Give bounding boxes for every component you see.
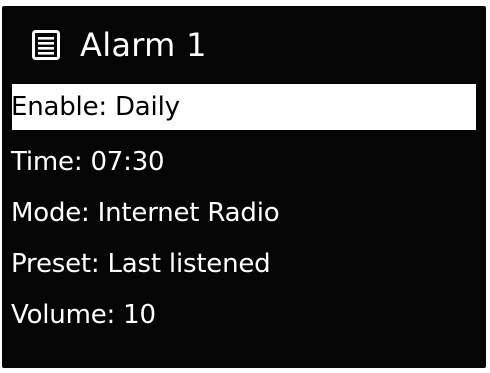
menu-item-time[interactable]: Time: 07:30 xyxy=(11,139,476,185)
screen-header: Alarm 1 xyxy=(2,6,486,78)
menu-item-mode[interactable]: Mode: Internet Radio xyxy=(11,190,476,236)
menu-item-enable[interactable]: Enable: Daily xyxy=(11,84,476,130)
radio-display: Alarm 1 Enable: Daily Time: 07:30 Mode: … xyxy=(2,6,486,368)
menu-item-volume[interactable]: Volume: 10 xyxy=(11,292,476,338)
menu-item-label: Mode: Internet Radio xyxy=(11,198,280,228)
list-icon xyxy=(32,30,60,60)
menu-item-label: Volume: 10 xyxy=(11,300,156,330)
menu-item-label: Preset: Last listened xyxy=(11,249,271,279)
menu-item-label: Time: 07:30 xyxy=(11,147,165,177)
page-title: Alarm 1 xyxy=(80,26,207,64)
menu-item-preset[interactable]: Preset: Last listened xyxy=(11,241,476,287)
menu-item-label: Enable: Daily xyxy=(11,92,180,122)
